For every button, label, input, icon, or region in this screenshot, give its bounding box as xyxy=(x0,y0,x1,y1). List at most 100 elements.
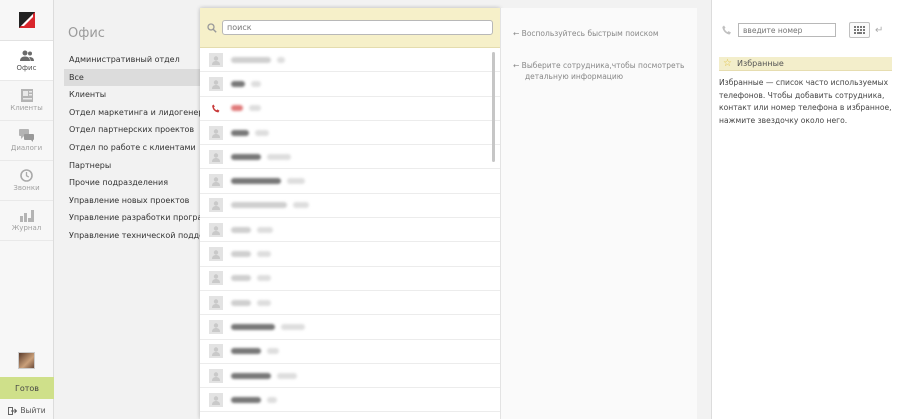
list-item[interactable] xyxy=(200,388,500,413)
department-item[interactable]: Отдел партнерских проектов xyxy=(64,121,200,139)
employee-name-redacted xyxy=(231,56,271,63)
hint-select: ← Выберите сотрудника,чтобы посмотреть д… xyxy=(513,60,691,82)
list-item[interactable] xyxy=(200,121,500,146)
list-item[interactable] xyxy=(200,145,500,170)
department-item[interactable]: Прочие подразделения xyxy=(64,174,200,192)
employee-extension-redacted xyxy=(287,178,305,185)
search-bar xyxy=(200,8,500,48)
employee-name-redacted xyxy=(231,129,249,136)
user-avatar-icon xyxy=(209,174,223,189)
details-panel: ← Воспользуйтесь быстрым поиском ← Выбер… xyxy=(500,8,697,419)
nav-journal-label: Журнал xyxy=(11,224,42,232)
department-list: Административный отдел Все Клиенты Отдел ма… xyxy=(64,51,200,245)
department-item[interactable]: Отдел маркетинга и лидогенерации xyxy=(64,104,200,122)
search-input[interactable] xyxy=(222,20,493,35)
phone-icon xyxy=(722,25,731,35)
employee-name-redacted xyxy=(231,80,245,87)
phone-panel: ↵ ☆ Избранные Избранные — список часто и… xyxy=(711,0,900,419)
list-item[interactable] xyxy=(200,169,500,194)
department-item[interactable]: Административный отдел xyxy=(64,51,200,69)
call-enter-icon[interactable]: ↵ xyxy=(875,25,883,36)
nav-clients[interactable]: Клиенты xyxy=(0,81,53,121)
department-item[interactable]: Управление разработки программ xyxy=(64,209,200,227)
clock-icon xyxy=(20,169,33,182)
hint-search: ← Воспользуйтесь быстрым поиском xyxy=(513,28,658,39)
user-avatar[interactable] xyxy=(18,352,35,369)
phone-number-input[interactable] xyxy=(738,23,836,37)
employee-extension-redacted xyxy=(267,396,277,403)
list-item[interactable] xyxy=(200,364,500,389)
missed-call-icon xyxy=(209,101,223,116)
department-item[interactable]: Управление технической поддержки xyxy=(64,227,200,245)
list-item[interactable] xyxy=(200,340,500,364)
nav-calls[interactable]: Звонки xyxy=(0,161,53,201)
department-item[interactable]: Партнеры xyxy=(64,157,200,175)
list-item[interactable] xyxy=(200,72,500,97)
user-avatar-icon xyxy=(209,392,223,407)
nav-office[interactable]: Офис xyxy=(0,41,53,81)
list-item[interactable] xyxy=(200,242,500,267)
employee-extension-redacted xyxy=(251,80,261,87)
department-item[interactable]: Клиенты xyxy=(64,86,200,104)
user-avatar-icon xyxy=(209,247,223,262)
employee-name-redacted xyxy=(231,275,251,282)
user-avatar-icon xyxy=(209,319,223,334)
list-item[interactable] xyxy=(200,267,500,291)
favorites-header: ☆ Избранные xyxy=(719,57,892,71)
employee-name-redacted xyxy=(231,348,261,355)
page-title: Офис xyxy=(68,26,105,41)
user-avatar-icon xyxy=(209,149,223,164)
employee-name-redacted xyxy=(231,299,251,306)
user-avatar-icon xyxy=(209,368,223,383)
department-item[interactable]: Все xyxy=(64,68,200,87)
list-item[interactable] xyxy=(200,315,500,340)
status-button[interactable]: Готов xyxy=(0,377,54,399)
keypad-button[interactable] xyxy=(849,22,870,38)
employee-name-redacted xyxy=(231,396,261,403)
employee-extension-redacted xyxy=(277,56,285,63)
star-icon: ☆ xyxy=(723,58,732,69)
user-avatar-icon xyxy=(209,222,223,237)
favorites-description: Избранные — список часто используемых те… xyxy=(719,78,892,125)
keypad-icon xyxy=(854,26,865,34)
employee-extension-redacted xyxy=(257,275,271,282)
favorites-title: Избранные xyxy=(736,59,784,68)
list-item[interactable] xyxy=(200,97,500,121)
employee-name-redacted xyxy=(231,105,243,112)
logout-icon xyxy=(8,406,18,415)
employee-extension-redacted xyxy=(249,105,261,112)
employee-name-redacted xyxy=(231,226,251,233)
department-item[interactable]: Управление новых проектов xyxy=(64,192,200,210)
employee-name-redacted xyxy=(231,153,261,160)
employee-extension-redacted xyxy=(257,299,271,306)
nav-clients-label: Клиенты xyxy=(10,104,43,112)
user-avatar-icon xyxy=(209,198,223,213)
logout-button[interactable]: Выйти xyxy=(0,402,54,419)
employee-list-panel xyxy=(200,8,500,419)
list-item[interactable] xyxy=(200,194,500,219)
list-item[interactable] xyxy=(200,291,500,316)
user-avatar-icon xyxy=(209,295,223,310)
nav-journal[interactable]: Журнал xyxy=(0,201,53,241)
list-item[interactable] xyxy=(200,218,500,243)
logout-label: Выйти xyxy=(20,406,46,415)
employee-name-redacted xyxy=(231,178,281,185)
employee-extension-redacted xyxy=(255,129,269,136)
app-logo[interactable] xyxy=(0,0,53,41)
chat-icon xyxy=(19,129,34,142)
nav-dialogs[interactable]: Диалоги xyxy=(0,121,53,161)
contacts-icon xyxy=(20,89,33,102)
employee-extension-redacted xyxy=(281,323,305,330)
employee-extension-redacted xyxy=(257,226,273,233)
nav-dialogs-label: Диалоги xyxy=(10,144,43,152)
arrow-left-icon: ← xyxy=(513,61,522,70)
employee-rows xyxy=(200,48,500,413)
list-item[interactable] xyxy=(200,48,500,73)
user-avatar-icon xyxy=(209,344,223,359)
user-avatar-icon xyxy=(209,52,223,67)
department-item[interactable]: Отдел по работе с клиентами xyxy=(64,139,200,157)
departments-panel: Офис Административный отдел Все Клиенты Отд… xyxy=(54,0,200,419)
hint-select-text: Выберите сотрудника,чтобы посмотреть дет… xyxy=(521,61,685,81)
people-icon xyxy=(19,50,34,61)
list-scrollbar[interactable] xyxy=(492,52,495,162)
